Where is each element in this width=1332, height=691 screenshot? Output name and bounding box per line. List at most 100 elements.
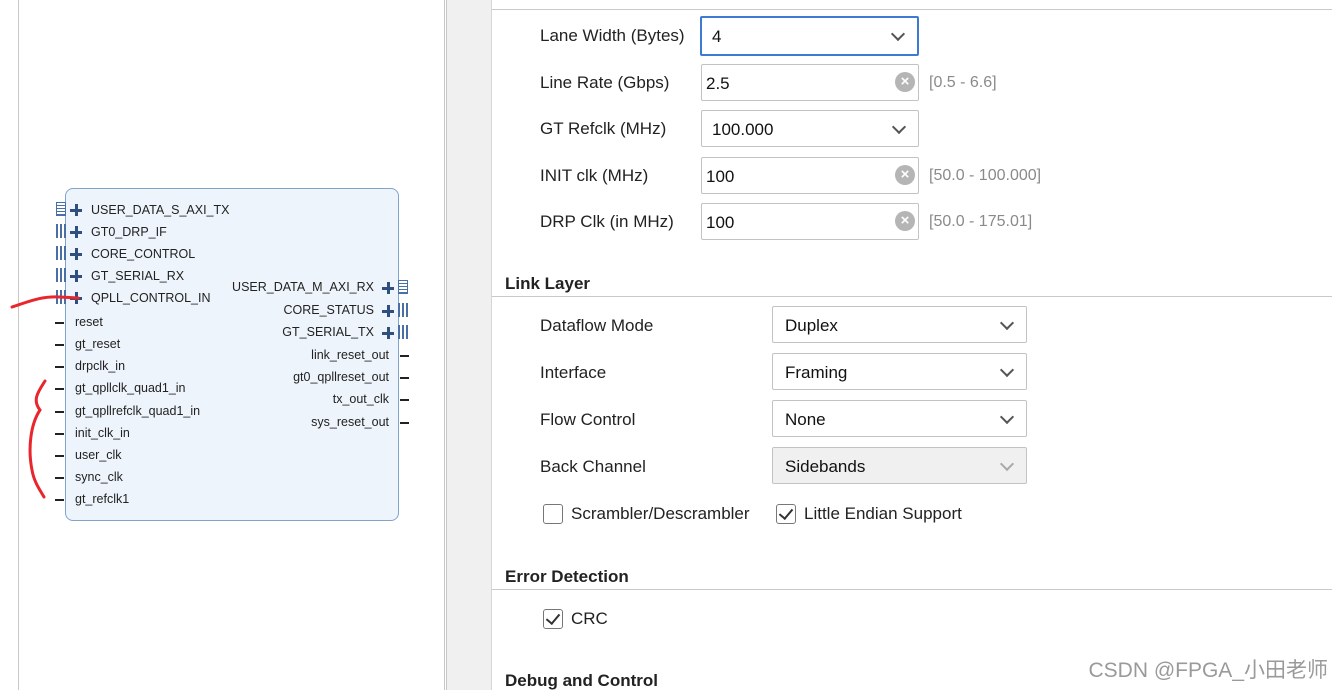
right-port-label: USER_DATA_M_AXI_RX	[232, 280, 374, 294]
interface-select[interactable]: Framing	[772, 353, 1027, 390]
back-channel-value: Sidebands	[785, 457, 866, 476]
left-port-label: gt_reset	[75, 337, 121, 351]
right-port-label: gt0_qpllreset_out	[293, 370, 389, 384]
bus-interface-icon	[398, 325, 408, 339]
watermark: CSDN @FPGA_小田老师	[1088, 659, 1328, 682]
little-endian-checkbox[interactable]	[776, 504, 796, 524]
chevron-down-icon	[891, 119, 907, 135]
scrambler-label: Scrambler/Descrambler	[571, 504, 750, 523]
expand-plus-icon[interactable]	[382, 282, 394, 294]
gt-refclk-value: 100.000	[712, 120, 774, 139]
port-pin[interactable]	[55, 388, 64, 390]
chevron-down-icon	[999, 315, 1015, 331]
expand-plus-icon[interactable]	[382, 327, 394, 339]
lane-width-select[interactable]: 4	[700, 16, 919, 56]
bus-interface-icon	[56, 202, 66, 216]
left-port-label: gt_qpllrefclk_quad1_in	[75, 404, 201, 418]
chevron-down-icon	[890, 26, 906, 42]
expand-plus-icon[interactable]	[70, 270, 82, 282]
bus-interface-icon	[56, 224, 66, 238]
expand-plus-icon[interactable]	[70, 292, 82, 304]
line-rate-input[interactable]: 2.5 ×	[701, 64, 919, 101]
clear-icon[interactable]: ×	[895, 72, 915, 92]
line-rate-range: [0.5 - 6.6]	[929, 74, 997, 91]
chevron-down-icon	[999, 456, 1015, 472]
error-detection-title: Error Detection	[505, 567, 629, 586]
link-layer-title: Link Layer	[505, 274, 591, 293]
error-detection-rule	[492, 589, 1332, 590]
flow-control-select[interactable]: None	[772, 400, 1027, 437]
right-port-label: tx_out_clk	[332, 392, 389, 406]
left-port-label: gt_refclk1	[75, 492, 130, 506]
bus-interface-icon	[56, 246, 66, 260]
port-pin[interactable]	[55, 322, 64, 324]
panel-splitter[interactable]	[446, 0, 492, 690]
port-pin[interactable]	[400, 422, 409, 424]
debug-control-title: Debug and Control	[505, 671, 658, 690]
gt-refclk-select[interactable]: 100.000	[701, 110, 919, 147]
check-icon	[778, 504, 794, 521]
chevron-down-icon	[999, 362, 1015, 378]
clear-icon[interactable]: ×	[895, 211, 915, 231]
port-pin[interactable]	[55, 477, 64, 479]
settings-panel: Lane Width (Bytes) 4 Line Rate (Gbps) 2.…	[492, 0, 1332, 690]
clear-icon[interactable]: ×	[895, 165, 915, 185]
scrambler-checkbox[interactable]	[543, 504, 563, 524]
init-clk-label: INIT clk (MHz)	[540, 166, 649, 185]
right-port-label: sys_reset_out	[311, 415, 389, 429]
line-rate-label: Line Rate (Gbps)	[540, 73, 670, 92]
interface-label: Interface	[540, 363, 607, 382]
little-endian-label: Little Endian Support	[804, 504, 962, 523]
right-port-label: link_reset_out	[311, 348, 389, 362]
port-pin[interactable]	[55, 344, 64, 346]
expand-plus-icon[interactable]	[70, 226, 82, 238]
interface-value: Framing	[785, 363, 848, 382]
left-port-label: sync_clk	[75, 470, 123, 484]
right-port-label: GT_SERIAL_TX	[282, 325, 374, 339]
block-diagram-panel: USER_DATA_S_AXI_TX GT0_DRP_IF CORE_CONTROL…	[0, 0, 446, 690]
check-icon	[545, 609, 561, 626]
dataflow-mode-select[interactable]: Duplex	[772, 306, 1027, 343]
link-layer-rule	[492, 296, 1332, 297]
right-port-label: CORE_STATUS	[283, 303, 374, 317]
init-clk-input[interactable]: 100 ×	[701, 157, 919, 194]
left-port-label: USER_DATA_S_AXI_TX	[91, 203, 230, 217]
left-port-label: CORE_CONTROL	[91, 247, 196, 261]
chevron-down-icon	[999, 409, 1015, 425]
left-port-label: GT_SERIAL_RX	[91, 269, 185, 283]
back-channel-select: Sidebands	[772, 447, 1027, 484]
port-pin[interactable]	[400, 377, 409, 379]
flow-control-value: None	[785, 410, 826, 429]
drp-clk-label: DRP Clk (in MHz)	[540, 212, 674, 231]
left-port-label: user_clk	[75, 448, 122, 462]
left-port-label: QPLL_CONTROL_IN	[91, 291, 211, 305]
left-port-label: init_clk_in	[75, 426, 130, 440]
port-pin[interactable]	[55, 411, 64, 413]
drp-clk-range: [50.0 - 175.01]	[929, 213, 1033, 230]
left-port-label: reset	[75, 315, 103, 329]
left-port-label: gt_qpllclk_quad1_in	[75, 381, 186, 395]
port-pin[interactable]	[400, 399, 409, 401]
port-pin[interactable]	[55, 433, 64, 435]
flow-control-label: Flow Control	[540, 410, 636, 429]
drp-clk-value: 100	[706, 213, 735, 232]
left-port-label: drpclk_in	[75, 359, 126, 373]
expand-plus-icon[interactable]	[382, 305, 394, 317]
port-pin[interactable]	[55, 499, 64, 501]
port-pin[interactable]	[55, 366, 64, 368]
panel-border-right	[444, 0, 445, 690]
expand-plus-icon[interactable]	[70, 248, 82, 260]
port-pin[interactable]	[55, 455, 64, 457]
dataflow-mode-label: Dataflow Mode	[540, 316, 654, 335]
bus-interface-icon	[56, 268, 66, 282]
crc-checkbox[interactable]	[543, 609, 563, 629]
init-clk-range: [50.0 - 100.000]	[929, 167, 1042, 184]
expand-plus-icon[interactable]	[70, 204, 82, 216]
back-channel-label: Back Channel	[540, 457, 646, 476]
crc-label: CRC	[571, 609, 608, 628]
drp-clk-input[interactable]: 100 ×	[701, 203, 919, 240]
gt-refclk-label: GT Refclk (MHz)	[540, 119, 667, 138]
line-rate-value: 2.5	[706, 74, 730, 93]
annotation-bracket	[28, 379, 47, 499]
port-pin[interactable]	[400, 355, 409, 357]
